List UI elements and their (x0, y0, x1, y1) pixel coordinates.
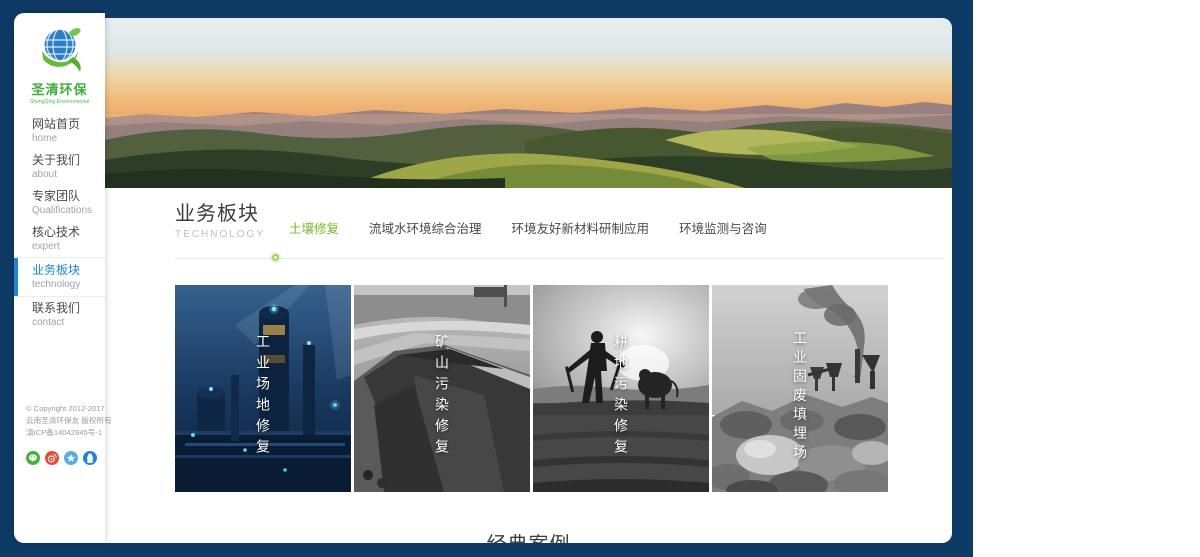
card-label: 耕地污染修复 (611, 334, 631, 460)
tab-eco-materials[interactable]: 环境友好新材料研制应用 (512, 218, 650, 237)
weibo-icon[interactable] (45, 451, 59, 465)
card-label: 工业场地修复 (253, 334, 273, 460)
tab-soil-remediation[interactable]: 土壤修复 (289, 218, 339, 237)
card-industrial-landfill[interactable]: 工业固废填埋场 (712, 285, 888, 492)
nav-label: 专家团队 (32, 189, 101, 204)
card-label: 工业固废填埋场 (790, 330, 810, 463)
classic-cases-title: 经典案例 (105, 528, 952, 543)
logo[interactable]: 圣清环保 ShengQing Environmental (14, 13, 105, 105)
nav-sublabel: contact (32, 316, 101, 329)
sidebar-item-contact[interactable]: 联系我们 contact (14, 297, 105, 333)
sidebar: 圣清环保 ShengQing Environmental 网站首页 home 关… (14, 13, 105, 543)
sidebar-item-business[interactable]: 业务板块 technology (14, 257, 105, 297)
tab-monitoring-consulting[interactable]: 环境监测与咨询 (679, 218, 767, 237)
nav-label: 网站首页 (32, 117, 101, 132)
tab-divider-line (175, 258, 944, 259)
brand-name: 圣清环保 (14, 79, 105, 98)
page-subtitle: TECHNOLOGY (175, 229, 265, 240)
active-indicator-bar (14, 258, 18, 296)
sidebar-item-home[interactable]: 网站首页 home (14, 113, 105, 149)
copyright-line: 云南圣清环保友 版权所有 (26, 415, 97, 426)
page: 圣清环保 ShengQing Environmental 网站首页 home 关… (0, 0, 1200, 557)
business-section: 业务板块 TECHNOLOGY 土壤修复 流域水环境综合治理 环境友好新材料研制… (105, 188, 952, 492)
active-tab-dot-indicator (272, 254, 279, 261)
main-panel: 业务板块 TECHNOLOGY 土壤修复 流域水环境综合治理 环境友好新材料研制… (105, 18, 952, 543)
card-farmland-pollution[interactable]: 耕地污染修复 (533, 285, 709, 492)
card-mine-pollution[interactable]: 矿山污染修复 (354, 285, 530, 492)
icp-number: 滇ICP备14042945号-1 (26, 427, 97, 438)
sidebar-nav: 网站首页 home 关于我们 about 专家团队 Qualifications… (14, 113, 105, 333)
nav-sublabel: expert (32, 240, 101, 253)
section-title-block: 业务板块 TECHNOLOGY (175, 202, 265, 240)
nav-label: 关于我们 (32, 153, 101, 168)
social-links (26, 451, 101, 465)
business-cards: 工业场地修复 (175, 285, 890, 492)
nav-label: 核心技术 (32, 225, 101, 240)
sidebar-item-experts[interactable]: 专家团队 Qualifications (14, 185, 105, 221)
card-label: 矿山污染修复 (432, 334, 452, 460)
page-title: 业务板块 (175, 202, 265, 226)
sidebar-item-about[interactable]: 关于我们 about (14, 149, 105, 185)
qzone-icon[interactable] (64, 451, 78, 465)
nav-sublabel: Qualifications (32, 204, 101, 217)
globe-logo-icon (33, 23, 87, 73)
technology-tabs: 土壤修复 流域水环境综合治理 环境友好新材料研制应用 环境监测与咨询 (289, 218, 767, 240)
qq-icon[interactable] (83, 451, 97, 465)
card-industrial-site[interactable]: 工业场地修复 (175, 285, 351, 492)
nav-label: 联系我们 (32, 301, 101, 316)
nav-label: 业务板块 (32, 263, 101, 278)
wechat-icon[interactable] (26, 451, 40, 465)
brand-subtitle: ShengQing Environmental (21, 99, 98, 104)
sidebar-footer: © Copyright 2012-2017 云南圣清环保友 版权所有 滇ICP备… (26, 403, 101, 465)
hero-mountain-banner (105, 18, 952, 188)
sidebar-item-core-tech[interactable]: 核心技术 expert (14, 221, 105, 257)
nav-sublabel: home (32, 132, 101, 145)
nav-sublabel: technology (32, 278, 101, 291)
nav-sublabel: about (32, 168, 101, 181)
copyright-line: © Copyright 2012-2017 (26, 403, 97, 414)
tab-watershed-treatment[interactable]: 流域水环境综合治理 (369, 218, 482, 237)
